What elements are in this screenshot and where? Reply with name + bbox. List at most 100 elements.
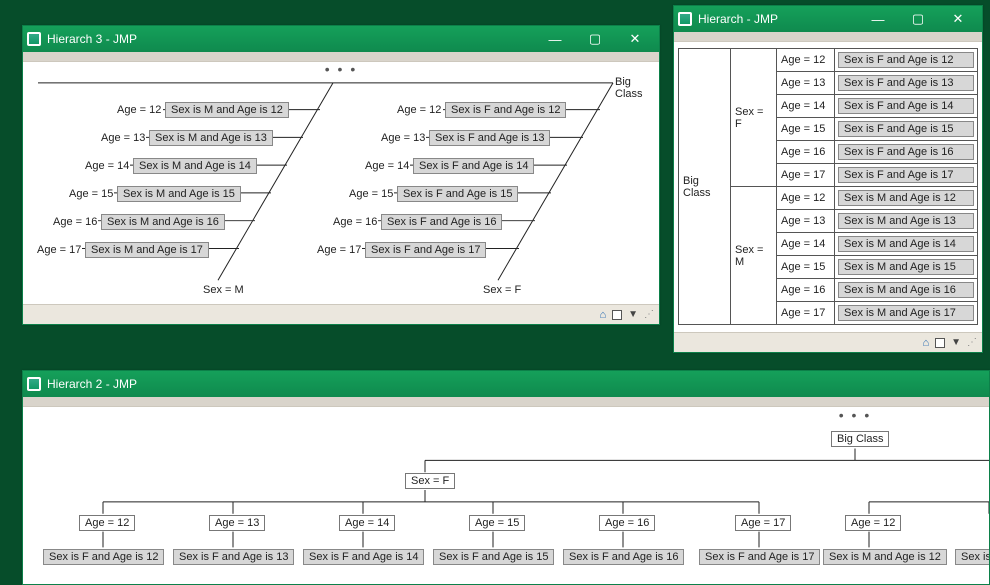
age-node[interactable]: Age = 14	[339, 515, 395, 531]
window-hierarch-2: Hierarch 2 - JMP • • •	[22, 370, 990, 585]
age-node[interactable]: Age = 15	[469, 515, 525, 531]
leaf-cell: Sex is F and Age is 12	[835, 49, 978, 72]
leaf-node[interactable]: Sex is M and Age is 17	[838, 305, 974, 321]
minimize-button[interactable]: —	[858, 6, 898, 32]
leaf-node[interactable]: Sex is F and Age is 15	[397, 186, 518, 202]
leaf-node[interactable]: Sex is M and Age is 14	[838, 236, 974, 252]
leaf-node[interactable]: Sex is M and Age is 16	[101, 214, 225, 230]
menu-band	[23, 397, 989, 407]
content-area: • • •	[23, 62, 659, 304]
status-bar: ⌂ ▼ ⋰	[674, 332, 982, 352]
dropdown-icon[interactable]: ▼	[951, 337, 961, 348]
leaf-node[interactable]: Sex is M and Age is 13	[838, 213, 974, 229]
leaf-node[interactable]: Sex is M and Age is 16	[838, 282, 974, 298]
leaf-node[interactable]: Sex is F and Age is 15	[433, 549, 554, 565]
leaf-node[interactable]: Sex is F and Age is 13	[429, 130, 550, 146]
app-icon	[27, 32, 41, 46]
age-cell: Age = 16	[777, 279, 835, 302]
close-button[interactable]: ✕	[938, 6, 978, 32]
leaf-node[interactable]: Sex is M and Age is 14	[133, 158, 257, 174]
maximize-button[interactable]: ▢	[898, 6, 938, 32]
age-node[interactable]: Age = 12	[845, 515, 901, 531]
age-label: Age = 14	[365, 160, 409, 172]
leaf-node[interactable]: Sex is F and Age is 17	[838, 167, 974, 183]
age-cell: Age = 15	[777, 256, 835, 279]
leaf-node[interactable]: Sex is F and Age is 12	[838, 52, 974, 68]
age-cell: Age = 17	[777, 302, 835, 325]
leaf-node[interactable]: Sex is M and Age is 12	[823, 549, 947, 565]
age-cell: Age = 17	[777, 164, 835, 187]
age-label: Age = 15	[349, 188, 393, 200]
age-label: Age = 12	[397, 104, 441, 116]
age-cell: Age = 14	[777, 95, 835, 118]
leaf-node[interactable]: Sex is F and Age is 16	[838, 144, 974, 160]
leaf-node[interactable]: Sex is M and Age is 17	[85, 242, 209, 258]
leaf-node[interactable]: Sex is F and Age is 17	[699, 549, 820, 565]
window-hierarch-3: Hierarch 3 - JMP — ▢ ✕ • • •	[22, 25, 660, 325]
status-square-icon[interactable]	[935, 338, 945, 348]
leaf-node[interactable]: Sex is F and Age is 13	[173, 549, 294, 565]
sex-node[interactable]: Sex = F	[405, 473, 455, 489]
branch-sex-m: Sex = M	[203, 284, 244, 296]
leaf-node[interactable]: Sex is F and Age is 12	[445, 102, 566, 118]
minimize-button[interactable]: —	[535, 26, 575, 52]
age-label: Age = 12	[117, 104, 161, 116]
leaf-node[interactable]: Sex is F and Age is 14	[838, 98, 974, 114]
menu-band	[674, 32, 982, 42]
menu-band	[23, 52, 659, 62]
leaf-node[interactable]: Sex is F and Age is 14	[413, 158, 534, 174]
resize-grip-icon[interactable]: ⋰	[644, 309, 653, 320]
close-button[interactable]: ✕	[615, 26, 655, 52]
sex-cell: Sex = F	[731, 49, 777, 187]
resize-grip-icon[interactable]: ⋰	[967, 337, 976, 348]
leaf-node[interactable]: Sex is F and Age is 17	[365, 242, 486, 258]
status-square-icon[interactable]	[612, 310, 622, 320]
age-cell: Age = 13	[777, 210, 835, 233]
dropdown-icon[interactable]: ▼	[628, 309, 638, 320]
age-cell: Age = 12	[777, 49, 835, 72]
titlebar[interactable]: Hierarch 2 - JMP	[23, 371, 989, 397]
app-icon	[27, 377, 41, 391]
leaf-node[interactable]: Sex is F and Age is 15	[838, 121, 974, 137]
age-label: Age = 17	[37, 244, 81, 256]
leaf-node[interactable]: Sex is F and Age is 12	[43, 549, 164, 565]
age-node[interactable]: Age = 12	[79, 515, 135, 531]
leaf-cell: Sex is M and Age is 17	[835, 302, 978, 325]
leaf-cell: Sex is F and Age is 15	[835, 118, 978, 141]
leaf-cell: Sex is F and Age is 13	[835, 72, 978, 95]
leaf-cell: Sex is M and Age is 13	[835, 210, 978, 233]
titlebar[interactable]: Hierarch 3 - JMP — ▢ ✕	[23, 26, 659, 52]
age-label: Age = 16	[333, 216, 377, 228]
leaf-cell: Sex is F and Age is 14	[835, 95, 978, 118]
age-cell: Age = 12	[777, 187, 835, 210]
maximize-button[interactable]: ▢	[575, 26, 615, 52]
content-area: Big Class Sex = F Age = 12 Sex is F and …	[674, 42, 982, 332]
leaf-node[interactable]: Sex is M and Age is 15	[117, 186, 241, 202]
age-node[interactable]: Age = 16	[599, 515, 655, 531]
leaf-node[interactable]: Sex is	[955, 549, 989, 565]
age-node[interactable]: Age = 17	[735, 515, 791, 531]
leaf-node[interactable]: Sex is M and Age is 15	[838, 259, 974, 275]
leaf-node[interactable]: Sex is F and Age is 14	[303, 549, 424, 565]
leaf-cell: Sex is M and Age is 15	[835, 256, 978, 279]
root-node[interactable]: Big Class	[831, 431, 889, 447]
window-title: Hierarch 3 - JMP	[47, 32, 529, 46]
age-label: Age = 16	[53, 216, 97, 228]
app-icon	[678, 12, 692, 26]
age-label: Age = 17	[317, 244, 361, 256]
age-label: Age = 15	[69, 188, 113, 200]
leaf-node[interactable]: Sex is M and Age is 12	[165, 102, 289, 118]
age-cell: Age = 16	[777, 141, 835, 164]
leaf-node[interactable]: Sex is F and Age is 13	[838, 75, 974, 91]
home-icon[interactable]: ⌂	[599, 309, 606, 321]
leaf-node[interactable]: Sex is M and Age is 13	[149, 130, 273, 146]
content-area: • • •	[23, 407, 989, 584]
titlebar[interactable]: Hierarch - JMP — ▢ ✕	[674, 6, 982, 32]
leaf-node[interactable]: Sex is F and Age is 16	[563, 549, 684, 565]
age-node[interactable]: Age = 13	[209, 515, 265, 531]
age-label: Age = 13	[101, 132, 145, 144]
leaf-node[interactable]: Sex is F and Age is 16	[381, 214, 502, 230]
home-icon[interactable]: ⌂	[922, 337, 929, 349]
leaf-node[interactable]: Sex is M and Age is 12	[838, 190, 974, 206]
fishbone-diagram: Big Class Sex = M Sex = F Age = 12 Sex i…	[23, 62, 659, 304]
